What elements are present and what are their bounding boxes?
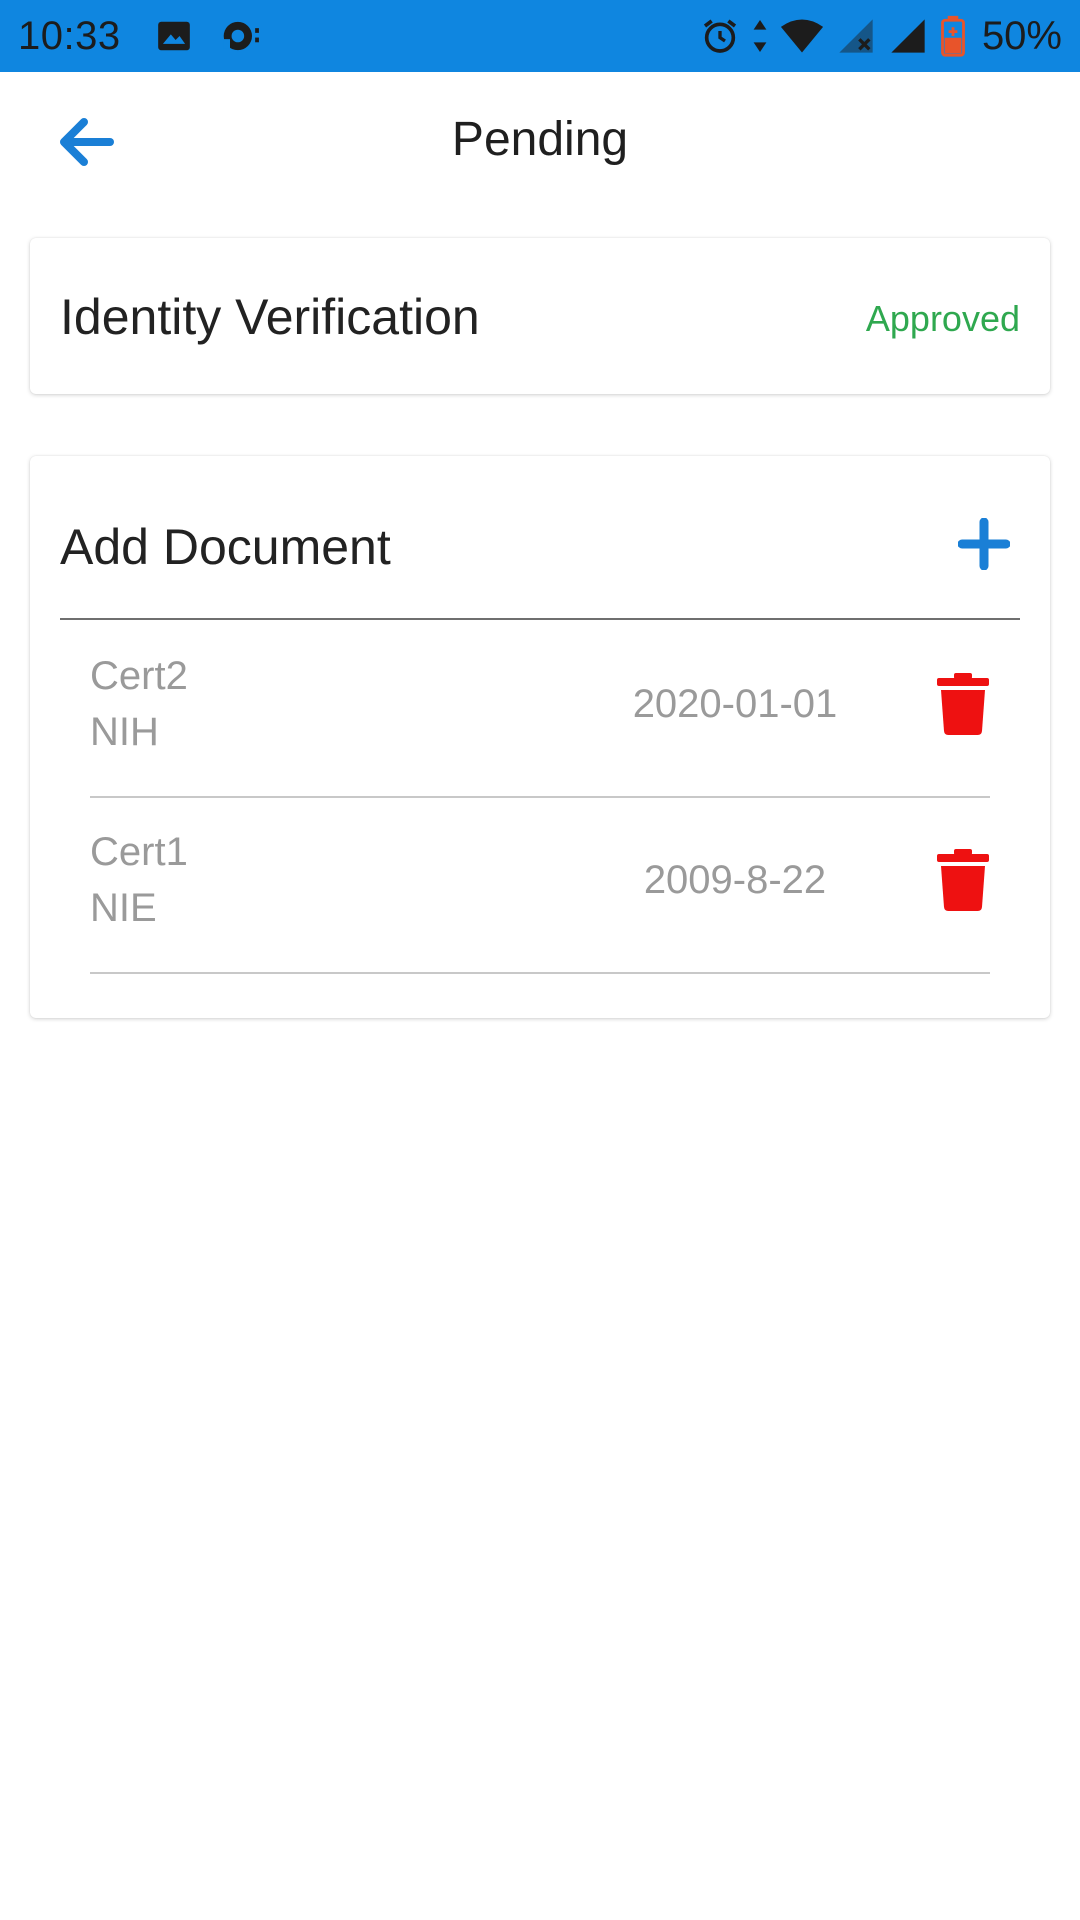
- image-icon: [157, 21, 190, 51]
- status-left-icons: [155, 17, 263, 55]
- document-date: 2020-01-01: [632, 682, 838, 726]
- document-organization: NIH: [90, 710, 159, 754]
- document-name: Cert1: [90, 830, 188, 874]
- battery-percent: 50%: [981, 13, 1062, 58]
- status-bar: 10:33 50%: [0, 0, 1080, 72]
- data-arrows-icon: [753, 20, 767, 52]
- alarm-icon: [703, 19, 737, 53]
- document-organization: NIE: [90, 886, 157, 930]
- status-right-icons: 50%: [700, 0, 1062, 72]
- trash-icon: [937, 849, 989, 911]
- delete-document-button[interactable]: [936, 848, 990, 914]
- wifi-icon: [780, 19, 824, 53]
- battery-charging-icon: [941, 15, 965, 57]
- document-list: Cert2 NIH 2020-01-01 Cert1 NIE 2009-8-22: [90, 622, 990, 974]
- add-document-title: Add Document: [60, 519, 391, 575]
- documents-header: Add Document: [60, 456, 1020, 620]
- plus-icon: [957, 517, 1011, 571]
- add-document-button[interactable]: [957, 517, 1011, 571]
- identity-verification-title: Identity Verification: [60, 289, 480, 345]
- document-name: Cert2: [90, 654, 188, 698]
- status-badge: Approved: [865, 298, 1020, 339]
- signal-icon: [891, 19, 925, 53]
- signal-no-service-icon: [839, 19, 873, 53]
- identity-verification-card[interactable]: Identity Verification Approved: [30, 238, 1050, 394]
- page-title: Pending: [451, 113, 629, 166]
- app-bar: Pending: [0, 72, 1080, 212]
- documents-card: Add Document Cert2 NIH 2020-01-01 Cert1 …: [30, 456, 1050, 1018]
- trash-icon: [937, 673, 989, 735]
- sync-icon: [223, 21, 259, 51]
- list-item[interactable]: Cert1 NIE 2009-8-22: [90, 798, 990, 974]
- status-time: 10:33: [18, 13, 121, 58]
- document-date: 2009-8-22: [643, 858, 827, 902]
- list-item[interactable]: Cert2 NIH 2020-01-01: [90, 622, 990, 798]
- delete-document-button[interactable]: [936, 672, 990, 738]
